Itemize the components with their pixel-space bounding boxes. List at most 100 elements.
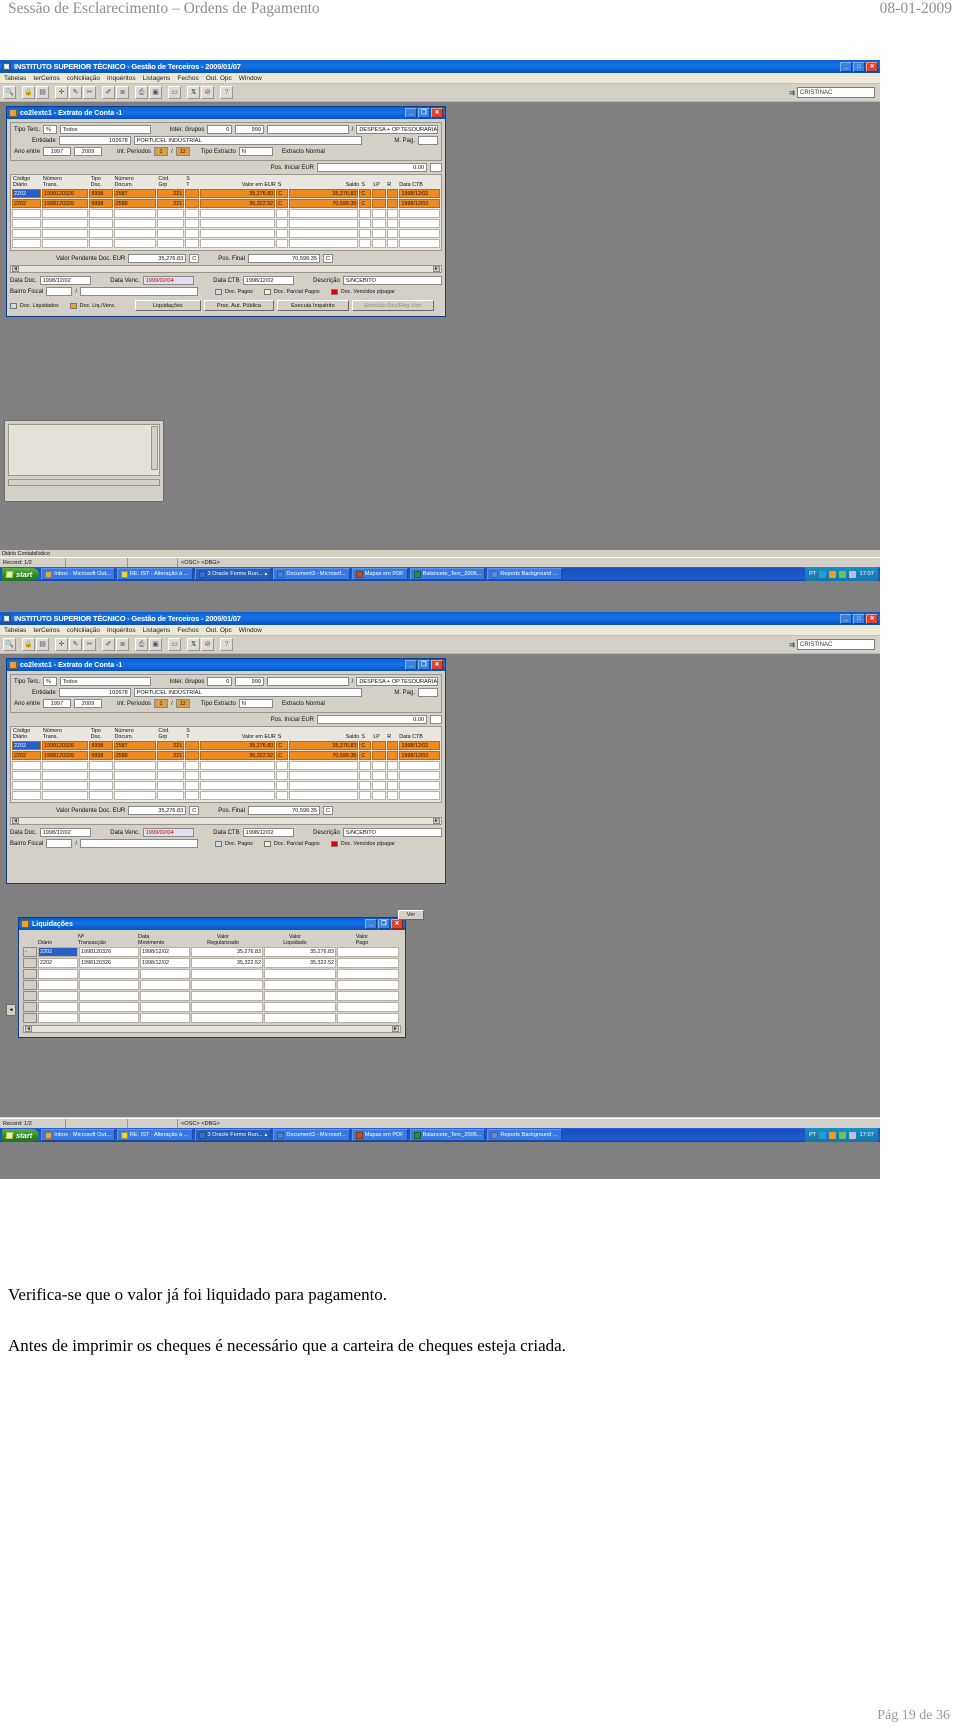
user-field[interactable]: CRISTINAC [797,639,875,650]
menu-item-conciliacao[interactable]: coNciliação [67,627,100,634]
list-icon[interactable]: ≣ [116,86,129,99]
pos-final-sign[interactable]: C [322,806,333,816]
cell-s2[interactable]: C [359,199,372,209]
ano-ate-input[interactable]: 2009 [74,699,103,708]
table-row[interactable] [12,771,440,781]
app-minimize-button[interactable]: _ [840,61,852,72]
cell-s1[interactable]: C [276,751,288,761]
cell-s1[interactable]: C [276,741,288,751]
window-icon[interactable]: ▭ [168,638,181,651]
data-venc-input[interactable]: 1999/02/04 [142,276,195,286]
print-icon[interactable]: ⎙ [135,638,148,651]
network-icon[interactable] [839,1131,847,1139]
taskbar-item-balancete[interactable]: Balancete_Terc_2006... [409,568,486,580]
cell-diario[interactable]: 2202 [12,751,42,761]
entidade-nome-input[interactable]: PORTUCEL INDUSTRIAL [133,136,362,145]
cell-diario[interactable]: 2202 [12,189,42,199]
ano-de-input[interactable]: 1997 [43,147,72,156]
pos-inicial-sign[interactable] [430,163,442,172]
menu-item-inqueritos[interactable]: Inquéritos [107,627,136,634]
cell-st[interactable] [185,199,199,209]
app-maximize-button[interactable]: □ [853,613,865,624]
executa-inquerito-button[interactable]: Executa Inquérito [276,300,349,312]
cell-dlg-datamov[interactable]: 1998/12/02 [140,958,190,969]
form-restore-button[interactable]: ❐ [418,108,430,118]
tipo-extracto-code-input[interactable]: N [238,699,273,708]
cell-dlg-valorliq[interactable]: 35,276.83 [264,947,336,958]
excel-export-icon[interactable]: X [187,86,200,99]
shield-icon[interactable] [819,1131,827,1139]
descricao-input[interactable]: S/NCEBITO [342,828,443,838]
scroll-left-icon[interactable]: ◄ [12,266,19,273]
edit-icon[interactable]: ✐ [102,638,115,651]
inter-grupos-to-input[interactable]: 999 [235,677,265,686]
start-button[interactable]: start [2,1128,40,1142]
table-row[interactable] [23,980,401,991]
cell-dlg-valorreg[interactable]: 35,276.83 [191,947,263,958]
table-row[interactable]: 2202 1998120326 9998 2587 221 35,276.83 … [12,741,440,751]
shield-icon[interactable] [819,570,827,578]
cell-grp[interactable]: 221 [157,751,185,761]
inter-grupos-to-input[interactable]: 999 [235,125,265,134]
cell-dlg-valorliq[interactable]: 35,322.52 [264,958,336,969]
cell-lp[interactable] [372,189,386,199]
bairro-desc-input[interactable] [80,287,199,297]
table-row[interactable]: - 2202 1998120326 1998/12/02 35,276.83 3… [23,947,401,958]
cell-valor[interactable]: 35,276.83 [199,189,276,199]
scroll-left-icon[interactable]: ◄ [12,818,19,825]
cell-s2[interactable]: C [359,751,372,761]
grid-horizontal-scrollbar[interactable]: ◄ ► [10,265,442,274]
form-close-button[interactable]: ✕ [431,660,443,670]
cell-s1[interactable]: C [276,199,288,209]
dialog-close-button[interactable]: ✕ [391,919,403,929]
volume-icon[interactable] [829,1131,837,1139]
table-row[interactable] [12,229,440,239]
entidade-nome-input[interactable]: PORTUCEL INDUSTRIAL [133,688,362,697]
cell-dlg-transaccao[interactable]: 1998120326 [79,958,139,969]
cell-grp[interactable]: 221 [157,741,185,751]
cell-r[interactable] [386,741,399,751]
copy-icon[interactable]: ▣ [149,638,162,651]
cell-data-ctb[interactable]: 1998/12/02 [399,189,440,199]
data-ctb-input[interactable]: 1998/12/02 [242,276,295,286]
volume-icon[interactable] [829,570,837,578]
panel-scroll-left-icon[interactable]: ◄ [6,1004,16,1016]
tipo-extracto-top-input[interactable]: DESPESA + OP.TESOURARIA IN [356,125,438,134]
liquidacoes-button[interactable]: Liquidações [134,300,201,312]
print-icon[interactable]: ⎙ [135,86,148,99]
insert-record-icon[interactable]: ✛ [55,638,68,651]
tipo-terc-code-input[interactable]: % [43,125,57,134]
grupo-desc-input[interactable] [267,125,349,134]
menu-item-listagens[interactable]: Listagens [143,75,171,82]
menu-item-inqueritos[interactable]: Inquéritos [107,75,136,82]
data-doc-input[interactable]: 1998/12/02 [39,828,92,838]
pos-inicial-sign[interactable] [430,715,442,724]
cell-r[interactable] [386,751,399,761]
table-row[interactable] [12,761,440,771]
valor-pendente-sign[interactable]: C [189,254,200,264]
bairro-fiscal-input[interactable] [46,839,73,849]
table-row[interactable] [23,969,401,980]
cell-num-doc[interactable]: 2588 [113,199,157,209]
help-icon[interactable]: ? [220,86,233,99]
cell-trans[interactable]: 1998120326 [42,189,89,199]
cell-grp[interactable]: 221 [157,199,185,209]
app-minimize-button[interactable]: _ [840,613,852,624]
taskbar-item-oracle-forms[interactable]: 3 Oracle Forms Run... ▴ [194,568,272,580]
taskbar-item-inbox[interactable]: Inbox - Microsoft Out... [41,568,115,580]
cell-r[interactable] [386,199,399,209]
ver-button[interactable]: Ver [398,910,424,920]
pos-inicial-input[interactable]: 0.00 [317,163,427,172]
table-row[interactable] [23,991,401,1002]
start-button[interactable]: start [2,567,40,581]
descricao-input[interactable]: S/NCEBITO [342,276,443,286]
valor-pendente-input[interactable]: 35,276.83 [128,254,187,264]
grid-horizontal-scrollbar[interactable]: ◄ ► [10,817,442,826]
battery-icon[interactable] [849,570,857,578]
valor-pendente-input[interactable]: 35,276.83 [128,806,187,816]
cut-icon[interactable]: ✂ [83,86,96,99]
cell-s2[interactable]: C [359,189,372,199]
taskbar-item-reports[interactable]: Reports Background ... [487,568,562,580]
table-row[interactable] [12,781,440,791]
menu-item-out-opc[interactable]: Out. Opc [206,627,232,634]
